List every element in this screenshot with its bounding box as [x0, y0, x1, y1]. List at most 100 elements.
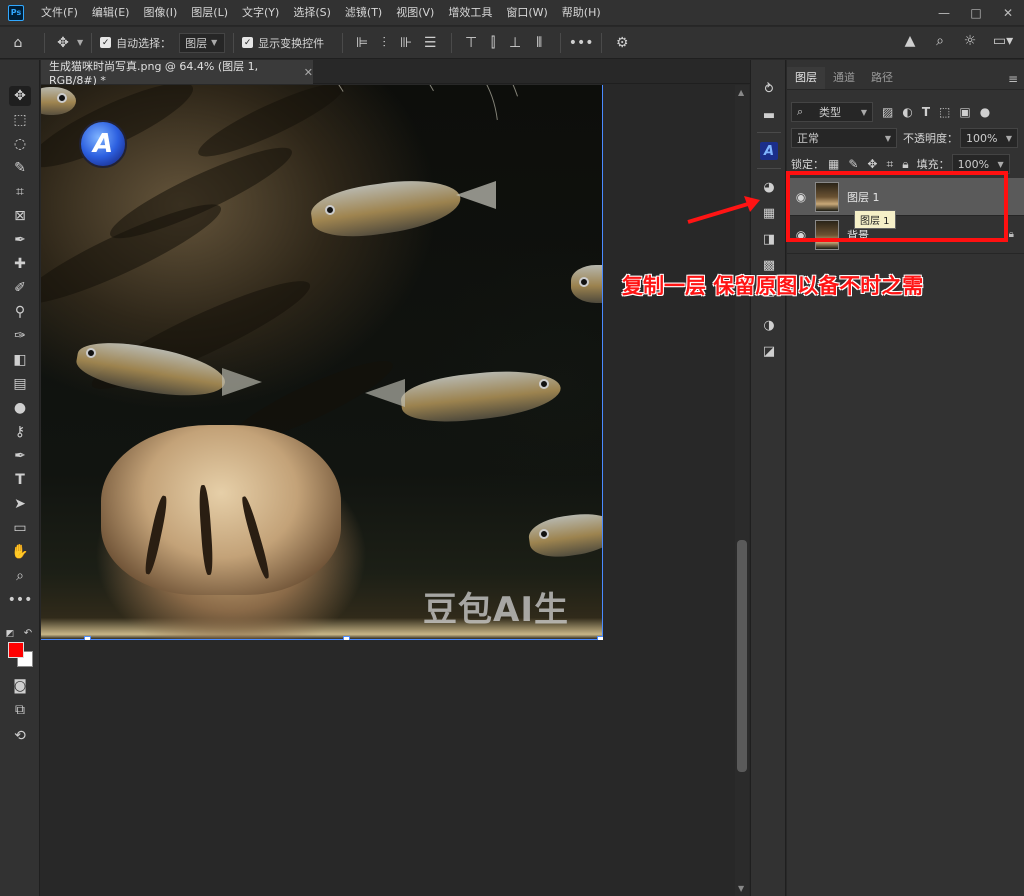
lightbulb-icon[interactable]: ☼ — [960, 33, 980, 49]
move-tool-icon[interactable]: ✥ — [53, 35, 73, 51]
tab-channels[interactable]: 通道 — [825, 67, 863, 89]
lock-image-icon[interactable]: ✎ — [848, 157, 858, 171]
more-options-icon[interactable]: ••• — [569, 35, 594, 51]
show-transform-checkbox[interactable]: ✓ — [242, 37, 254, 48]
quick-mask-icon[interactable]: ◙ — [9, 676, 31, 696]
crop-tool-icon[interactable]: ⌗ — [9, 182, 31, 202]
distribute-icon[interactable]: ☰ — [417, 35, 443, 51]
maximize-icon[interactable]: □ — [960, 0, 992, 26]
tab-paths[interactable]: 路径 — [863, 67, 901, 89]
minimize-icon[interactable]: — — [928, 0, 960, 26]
align-bottom-icon[interactable]: ⊥ — [504, 35, 526, 51]
align-left-icon[interactable]: ⊫ — [351, 35, 373, 51]
dodge-tool-icon[interactable]: ⚷ — [9, 422, 31, 442]
stamp-tool-icon[interactable]: ⚲ — [9, 302, 31, 322]
share-icon[interactable]: ⟲ — [9, 726, 31, 746]
eyedropper-tool-icon[interactable]: ✒ — [9, 230, 31, 250]
auto-select-dropdown[interactable]: 图层 ▼ — [179, 32, 226, 53]
path-select-icon[interactable]: ➤ — [9, 494, 31, 514]
menu-filter[interactable]: 滤镜(T) — [338, 0, 389, 26]
lasso-tool-icon[interactable]: ◌ — [9, 134, 31, 154]
history-icon[interactable]: ⥁ — [760, 80, 778, 98]
canvas-area[interactable]: A 豆包AI生成 — [41, 85, 735, 896]
libraries-icon[interactable]: ◪ — [760, 342, 778, 360]
close-icon[interactable]: ✕ — [304, 66, 313, 79]
auto-select-checkbox[interactable]: ✓ — [100, 37, 112, 48]
filter-shape-icon[interactable]: ⬚ — [939, 105, 950, 119]
screen-mode-icon[interactable]: ⧉ — [9, 700, 31, 720]
healing-brush-icon[interactable]: ✚ — [9, 254, 31, 274]
fill-label: 填充： — [916, 158, 950, 171]
tab-layers[interactable]: 图层 — [787, 67, 825, 89]
menu-window[interactable]: 窗口(W) — [499, 0, 554, 26]
quick-select-tool-icon[interactable]: ✎ — [9, 158, 31, 178]
blur-tool-icon[interactable]: ● — [9, 398, 31, 418]
align-center-icon[interactable]: ⫶ — [373, 35, 395, 51]
layer-filter-dropdown[interactable]: ⌕ 类型 ▼ — [791, 102, 873, 122]
adjustments-icon[interactable]: ◑ — [760, 316, 778, 334]
scrollbar-thumb[interactable] — [737, 540, 747, 772]
document-tab[interactable]: 生成猫咪时尚写真.png @ 64.4% (图层 1, RGB/8#) * ✕ — [41, 60, 313, 87]
menu-help[interactable]: 帮助(H) — [555, 0, 608, 26]
filter-toggle-icon[interactable]: ● — [980, 105, 990, 119]
frame-tool-icon[interactable]: ⊠ — [9, 206, 31, 226]
bell-icon[interactable]: ▲ — [900, 33, 920, 49]
chevron-down-icon[interactable]: ▼ — [77, 38, 83, 47]
menu-image[interactable]: 图像(I) — [136, 0, 184, 26]
brush-tool-icon[interactable]: ✐ — [9, 278, 31, 298]
foreground-color-swatch[interactable] — [8, 642, 24, 658]
menu-type[interactable]: 文字(Y) — [235, 0, 286, 26]
close-icon[interactable]: ✕ — [992, 0, 1024, 26]
lock-artboard-icon[interactable]: ⌗ — [886, 157, 893, 172]
rectangle-tool-icon[interactable]: ▭ — [9, 518, 31, 538]
align-middle-icon[interactable]: ⫿ — [482, 35, 504, 51]
gradients-icon[interactable]: ◨ — [760, 230, 778, 248]
plugin-a-icon[interactable]: A — [760, 142, 778, 160]
scroll-down-icon[interactable]: ▼ — [738, 884, 744, 893]
menu-plugins[interactable]: 增效工具 — [441, 0, 499, 26]
filter-smart-object-icon[interactable]: ▣ — [959, 105, 970, 119]
menu-view[interactable]: 视图(V) — [389, 0, 441, 26]
transform-handle[interactable] — [597, 636, 603, 640]
panel-menu-icon[interactable]: ≡ — [1008, 72, 1018, 86]
eraser-tool-icon[interactable]: ◧ — [9, 350, 31, 370]
default-colors-icon[interactable]: ◩ — [4, 628, 16, 640]
menu-bar: Ps 文件(F) 编辑(E) 图像(I) 图层(L) 文字(Y) 选择(S) 滤… — [0, 0, 1024, 26]
home-icon[interactable]: ⌂ — [0, 35, 36, 51]
zoom-tool-icon[interactable]: ⌕ — [9, 566, 31, 586]
menu-file[interactable]: 文件(F) — [34, 0, 85, 26]
blend-mode-dropdown[interactable]: 正常 ▼ — [791, 128, 897, 148]
menu-layer[interactable]: 图层(L) — [184, 0, 235, 26]
workspace-icon[interactable]: ▭▾ — [990, 33, 1016, 49]
align-top-icon[interactable]: ⊤ — [460, 35, 482, 51]
lock-all-icon[interactable]: 🔒︎ — [902, 157, 908, 172]
lock-position-icon[interactable]: ✥ — [867, 157, 877, 171]
gradient-tool-icon[interactable]: ▤ — [9, 374, 31, 394]
move-tool-icon[interactable]: ✥ — [9, 86, 31, 106]
menu-edit[interactable]: 编辑(E) — [85, 0, 137, 26]
history-brush-icon[interactable]: ✑ — [9, 326, 31, 346]
swap-colors-icon[interactable]: ↶ — [22, 626, 34, 640]
opacity-value: 100% — [966, 131, 998, 145]
lock-transparent-icon[interactable]: ▦ — [828, 157, 839, 171]
settings-gear-icon[interactable]: ⚙ — [610, 35, 634, 51]
align-right-icon[interactable]: ⊪ — [395, 35, 417, 51]
transform-handle[interactable] — [343, 636, 350, 640]
filter-pixel-icon[interactable]: ▨ — [882, 105, 893, 119]
search-icon[interactable]: ⌕ — [930, 33, 950, 49]
pen-tool-icon[interactable]: ✒ — [9, 446, 31, 466]
marquee-tool-icon[interactable]: ⬚ — [9, 110, 31, 130]
comments-icon[interactable]: ▬ — [760, 106, 778, 124]
menu-select[interactable]: 选择(S) — [286, 0, 338, 26]
type-tool-icon[interactable]: T — [9, 470, 31, 490]
chevron-down-icon: ▼ — [860, 107, 867, 117]
filter-type-icon[interactable]: T — [922, 105, 930, 119]
hand-tool-icon[interactable]: ✋ — [9, 542, 31, 562]
more-tools-icon[interactable]: ••• — [8, 590, 33, 610]
opacity-input[interactable]: 100% ▼ — [960, 128, 1018, 148]
transform-handle[interactable] — [84, 636, 91, 640]
filter-adjustment-icon[interactable]: ◐ — [902, 105, 912, 119]
document-image[interactable]: A 豆包AI生成 — [41, 85, 603, 640]
scroll-up-icon[interactable]: ▲ — [738, 88, 744, 97]
distribute-vertical-icon[interactable]: ⦀ — [526, 35, 552, 51]
